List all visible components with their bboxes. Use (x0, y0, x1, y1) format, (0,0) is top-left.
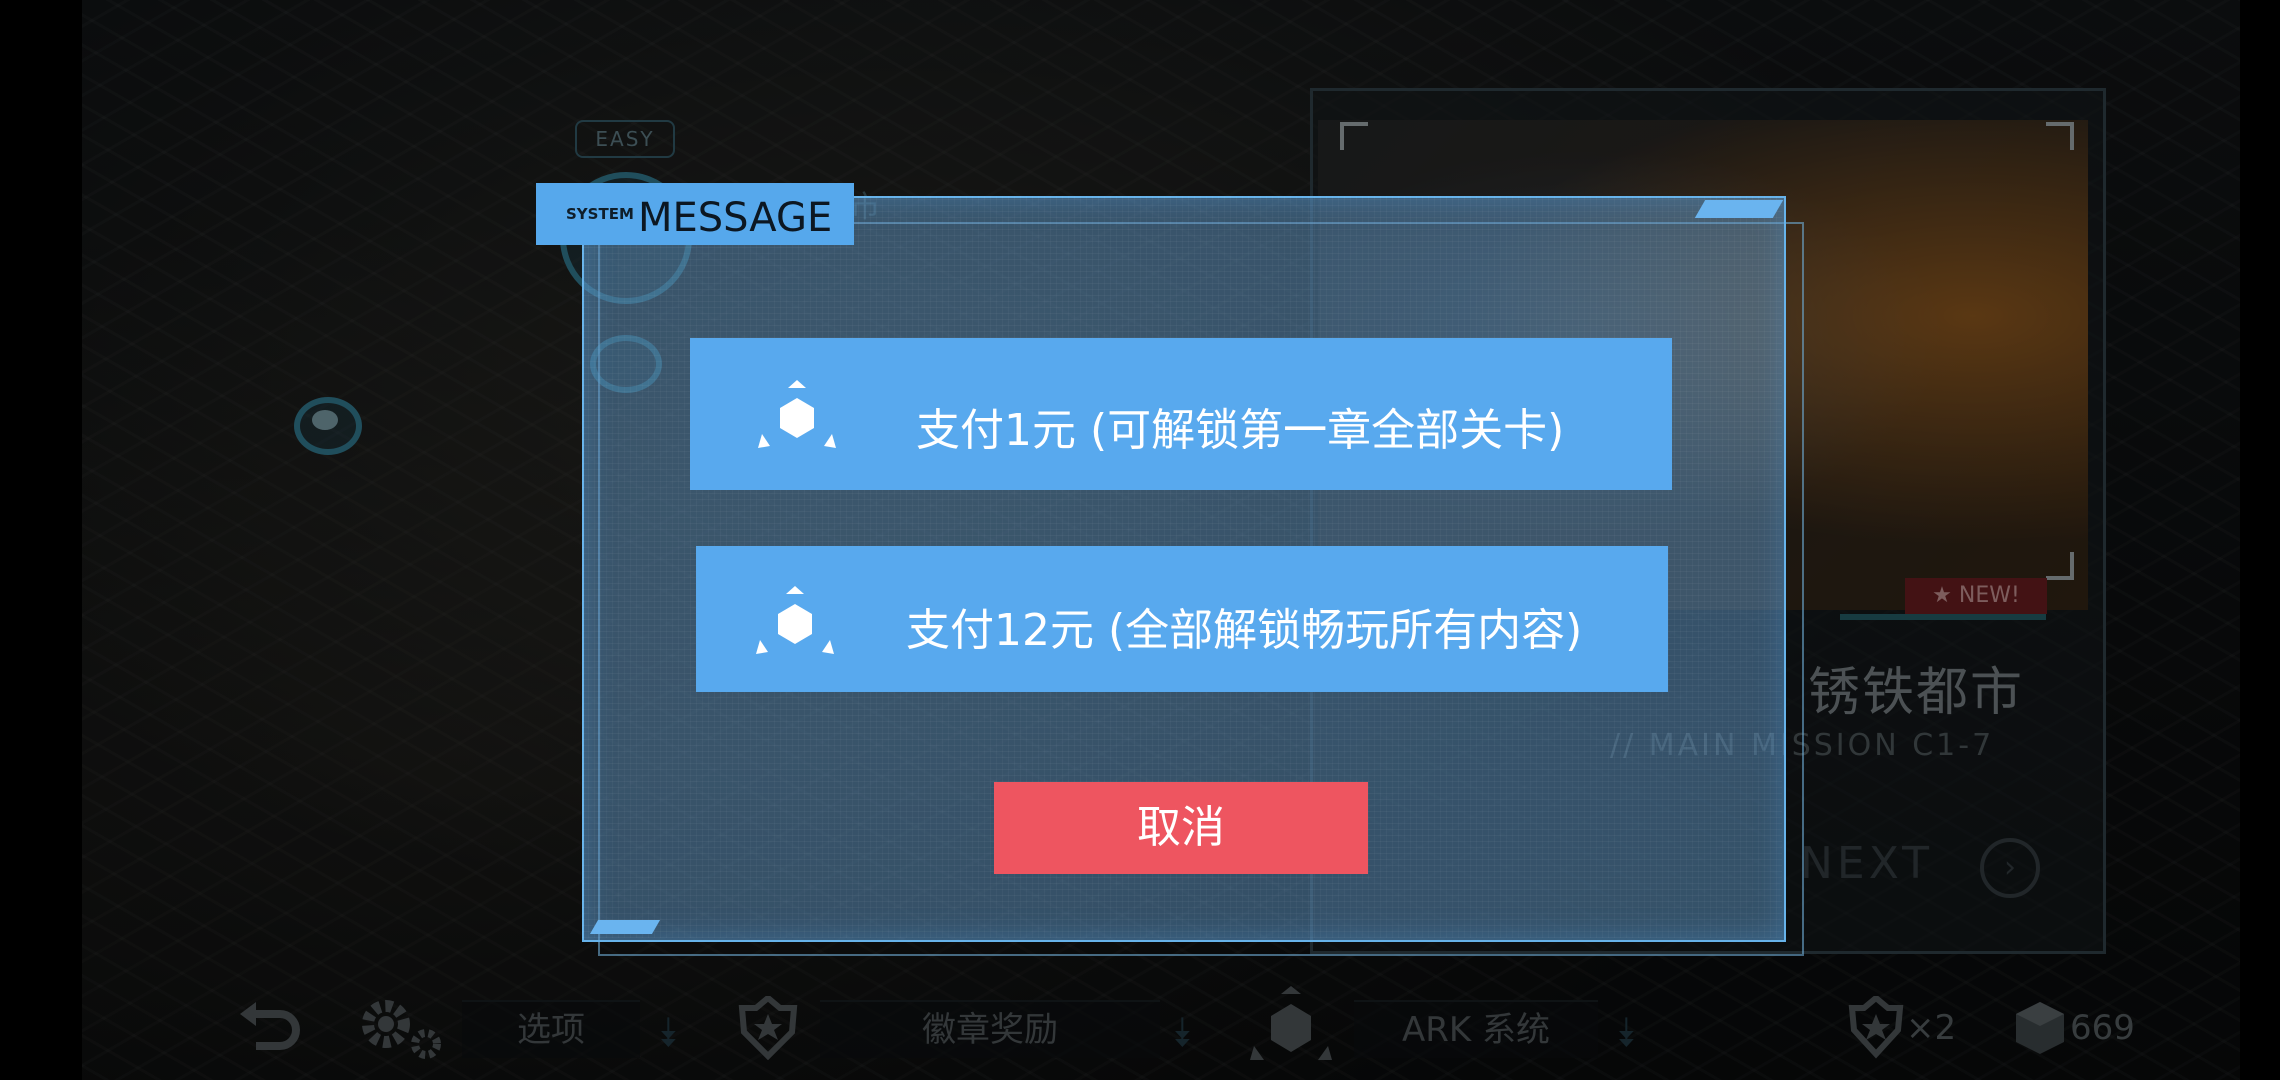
pay-12-yuan-button[interactable]: 支付12元 (全部解锁畅玩所有内容) (696, 546, 1668, 692)
cancel-button[interactable]: 取消 (994, 782, 1368, 874)
option2-label: 支付12元 (全部解锁畅玩所有内容) (906, 605, 1583, 656)
pay-1-yuan-button[interactable]: 支付1元 (可解锁第一章全部关卡) (690, 338, 1672, 490)
system-tag: SYSTEM (566, 205, 634, 223)
dialog-accent (589, 920, 661, 934)
dialog-title: MESSAGE (638, 195, 833, 241)
dialog-accent (1694, 200, 1784, 218)
cube-icon (750, 578, 840, 668)
option1-label: 支付1元 (可解锁第一章全部关卡) (916, 405, 1565, 456)
cube-icon (752, 372, 842, 462)
